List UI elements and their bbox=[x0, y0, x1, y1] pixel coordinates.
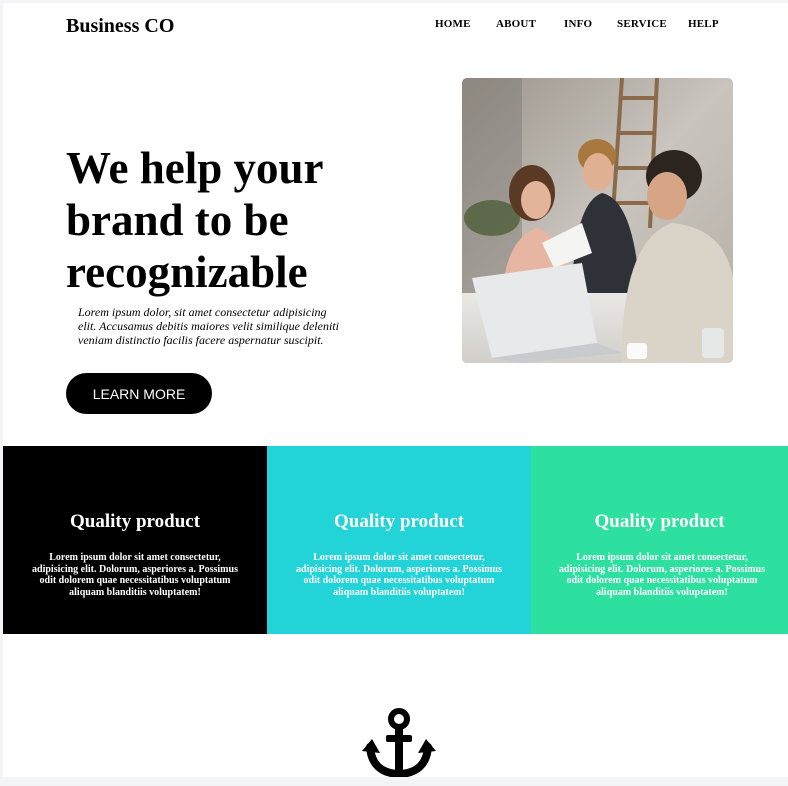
nav-home[interactable]: HOME bbox=[435, 18, 471, 30]
feature-card: Quality product Lorem ipsum dolor sit am… bbox=[531, 446, 788, 634]
page: Business CO HOME ABOUT INFO SERVICE HELP… bbox=[3, 3, 788, 777]
hero-title: We help your brand to be recognizable bbox=[66, 143, 323, 297]
feature-card: Quality product Lorem ipsum dolor sit am… bbox=[267, 446, 531, 634]
anchor-icon bbox=[362, 708, 436, 777]
nav-info[interactable]: INFO bbox=[564, 18, 592, 30]
hero-description: Lorem ipsum dolor, sit amet consectetur … bbox=[78, 305, 339, 347]
features-section: Quality product Lorem ipsum dolor sit am… bbox=[3, 446, 788, 634]
learn-more-button[interactable]: LEARN MORE bbox=[66, 373, 212, 414]
nav-about[interactable]: ABOUT bbox=[496, 18, 536, 30]
nav-help[interactable]: HELP bbox=[688, 18, 719, 30]
main-nav: HOME ABOUT INFO SERVICE HELP bbox=[3, 18, 788, 34]
feature-text: Lorem ipsum dolor sit amet consectetur, … bbox=[32, 552, 238, 598]
feature-title: Quality product bbox=[594, 511, 725, 532]
hero-team-photo bbox=[462, 78, 733, 363]
feature-text: Lorem ipsum dolor sit amet consectetur, … bbox=[559, 552, 765, 598]
feature-text: Lorem ipsum dolor sit amet consectetur, … bbox=[296, 552, 502, 598]
nav-service[interactable]: SERVICE bbox=[617, 18, 667, 30]
feature-title: Quality product bbox=[69, 511, 201, 532]
feature-title: Quality product bbox=[333, 511, 465, 532]
feature-card: Quality product Lorem ipsum dolor sit am… bbox=[3, 446, 267, 634]
